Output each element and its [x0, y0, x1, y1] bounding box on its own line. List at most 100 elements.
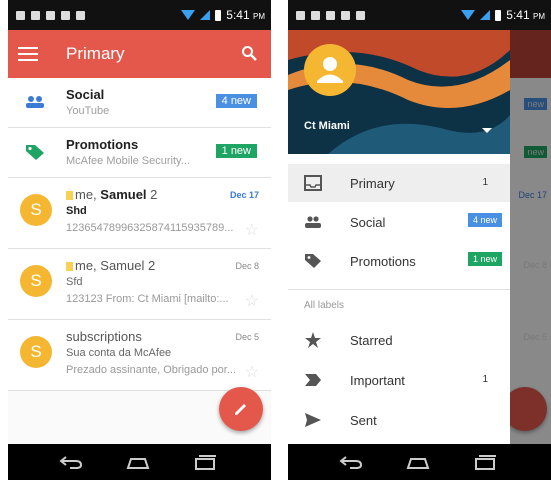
- section-label: All labels: [304, 300, 345, 311]
- thread-senders: me, Samuel 2: [66, 258, 155, 273]
- thread-subject: Shd: [66, 205, 87, 217]
- battery-icon: [215, 9, 222, 21]
- signal-icon: [200, 10, 211, 20]
- drawer-item-label: Promotions: [350, 254, 416, 269]
- account-avatar[interactable]: [304, 44, 356, 96]
- star-icon[interactable]: ☆: [245, 291, 259, 311]
- clock: 5:41 PM: [226, 8, 265, 22]
- drawer-item-social[interactable]: Social 4 new: [288, 203, 510, 241]
- star-icon[interactable]: ☆: [245, 220, 259, 240]
- account-name: Ct Miami: [304, 120, 350, 132]
- drawer-item-sent[interactable]: Sent: [288, 401, 510, 439]
- sim-icon: [31, 10, 40, 20]
- thread-senders: me, Samuel 2: [66, 187, 157, 202]
- new-count-badge: 1 new: [467, 252, 502, 266]
- cloud-icon: [326, 10, 335, 20]
- sim-icon: [311, 10, 320, 20]
- tag-icon: [26, 145, 44, 160]
- inbox-screen: 5:41 PM Primary Social YouTube 4 new Pro…: [8, 0, 271, 480]
- inbox-icon: [304, 175, 322, 191]
- category-subtitle: McAfee Mobile Security...: [66, 155, 190, 167]
- thread-row[interactable]: S me, Samuel 2 Dec 8 Sfd 123123 From: Ct…: [8, 249, 271, 320]
- star-icon[interactable]: ☆: [245, 362, 259, 382]
- category-subtitle: YouTube: [66, 105, 110, 117]
- drawer-item-label: Primary: [350, 176, 395, 191]
- recents-icon[interactable]: [192, 454, 218, 470]
- avatar[interactable]: S: [20, 265, 52, 297]
- thread-subject: Sua conta da McAfee: [66, 347, 172, 359]
- pencil-icon: [235, 404, 246, 415]
- thread-senders: subscriptions: [66, 329, 142, 344]
- new-count-badge: 4 new: [467, 213, 502, 227]
- category-title: Promotions: [66, 137, 139, 152]
- account-switcher-chevron-icon[interactable]: [482, 128, 492, 133]
- important-marker-icon[interactable]: [66, 262, 73, 271]
- notification-icons: [296, 10, 365, 20]
- download-icon: [16, 10, 25, 20]
- drawer-item-label: Important: [350, 373, 405, 388]
- thread-list: Social YouTube 4 new Promotions McAfee M…: [8, 78, 271, 391]
- drawer-item-label: Social: [350, 215, 386, 230]
- back-icon[interactable]: [58, 454, 84, 470]
- status-bar: 5:41 PM: [288, 0, 551, 30]
- send-icon: [305, 413, 321, 427]
- home-icon[interactable]: [125, 454, 151, 470]
- category-title: Social: [66, 87, 105, 102]
- thread-row[interactable]: S me, Samuel 2 Dec 17 Shd 12365478996325…: [8, 178, 271, 249]
- hamburger-menu-icon[interactable]: [18, 43, 38, 61]
- wifi-icon: [461, 10, 476, 20]
- home-icon[interactable]: [405, 454, 431, 470]
- notification-icons: [16, 10, 85, 20]
- unread-count: 1: [482, 374, 488, 385]
- important-icon: [305, 374, 321, 386]
- compose-button[interactable]: [219, 387, 263, 431]
- warning-icon: [341, 10, 350, 20]
- drawer-item-starred[interactable]: Starred: [288, 321, 510, 359]
- thread-date: Dec 8: [235, 261, 259, 271]
- drawer-screen: 5:41 PM new new Dec 17 Dec 8 Dec 5 Ct Mi…: [288, 0, 551, 480]
- status-bar: 5:41 PM: [8, 0, 271, 30]
- back-icon[interactable]: [338, 454, 364, 470]
- account-header: Ct Miami: [288, 30, 510, 154]
- people-icon: [305, 216, 321, 228]
- star-icon: [305, 332, 321, 348]
- system-nav-bar: [8, 444, 271, 480]
- image-icon: [76, 10, 85, 20]
- download-icon: [296, 10, 305, 20]
- drawer-item-important[interactable]: Important 1: [288, 361, 510, 399]
- clock: 5:41 PM: [506, 8, 545, 22]
- page-title: Primary: [66, 44, 125, 63]
- new-count-badge: 4 new: [215, 94, 257, 108]
- cloud-icon: [46, 10, 55, 20]
- divider: [288, 289, 510, 290]
- recents-icon[interactable]: [472, 454, 498, 470]
- app-bar: Primary: [8, 30, 271, 78]
- unread-count: 1: [482, 177, 488, 188]
- search-icon[interactable]: [241, 45, 257, 61]
- thread-row[interactable]: S subscriptions Dec 5 Sua conta da McAfe…: [8, 320, 271, 391]
- person-icon: [317, 57, 343, 83]
- people-icon: [26, 96, 44, 108]
- warning-icon: [61, 10, 70, 20]
- system-nav-bar: [288, 444, 551, 480]
- drawer-item-label: Sent: [350, 413, 377, 428]
- signal-icon: [480, 10, 491, 20]
- wifi-icon: [181, 10, 196, 20]
- tag-icon: [305, 254, 321, 268]
- avatar[interactable]: S: [20, 194, 52, 226]
- new-count-badge: 1 new: [215, 144, 257, 158]
- drawer-item-promotions[interactable]: Promotions 1 new: [288, 242, 510, 280]
- battery-icon: [495, 9, 502, 21]
- thread-snippet: Prezado assinante, Obrigado por...: [66, 364, 236, 376]
- image-icon: [356, 10, 365, 20]
- drawer-item-primary[interactable]: Primary 1: [288, 164, 510, 202]
- navigation-drawer: Ct Miami Primary 1 Social 4 new Promotio…: [288, 30, 510, 444]
- category-row-promotions[interactable]: Promotions McAfee Mobile Security... 1 n…: [8, 128, 271, 178]
- important-marker-icon[interactable]: [66, 191, 73, 200]
- avatar[interactable]: S: [20, 336, 52, 368]
- category-row-social[interactable]: Social YouTube 4 new: [8, 78, 271, 128]
- thread-date: Dec 17: [229, 190, 259, 200]
- thread-date: Dec 5: [235, 332, 259, 342]
- thread-snippet: 123123 From: Ct Miami [mailto:...: [66, 293, 229, 305]
- thread-snippet: 12365478996325874115935789...: [66, 222, 234, 234]
